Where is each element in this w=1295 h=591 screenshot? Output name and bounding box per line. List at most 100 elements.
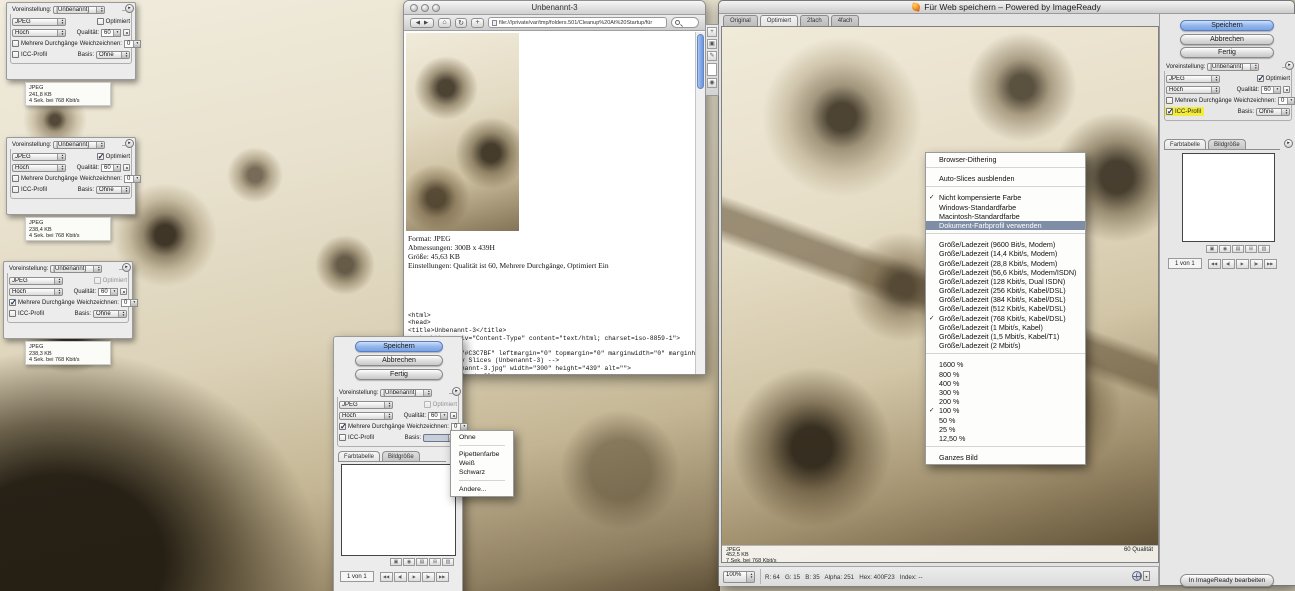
blur-field[interactable]: 0 xyxy=(124,40,141,48)
icc-checkbox[interactable] xyxy=(339,434,346,441)
next-slice-button[interactable]: |▶ xyxy=(1250,259,1263,269)
home-button[interactable]: ⌂ xyxy=(438,18,451,28)
cube-icon[interactable]: ▤ xyxy=(416,558,428,566)
quality-field[interactable]: 60 xyxy=(101,29,121,37)
last-slice-button[interactable]: ▶▶ xyxy=(1264,259,1277,269)
icc-checkbox[interactable] xyxy=(12,51,19,58)
scrollbar-thumb[interactable] xyxy=(697,34,704,89)
panel-menu-icon[interactable]: ▸ xyxy=(452,387,461,396)
quality-channel-icon[interactable] xyxy=(450,412,457,419)
menu-item[interactable]: Größe/Ladezeit (1,5 Mbit/s, Kabel/T1) xyxy=(926,332,1085,341)
color-table[interactable] xyxy=(1182,153,1275,242)
play-slice-button[interactable]: ▶ xyxy=(408,572,421,582)
blur-field[interactable]: 0 xyxy=(121,299,138,307)
matte-select[interactable]: Ohne xyxy=(96,186,130,194)
save-button[interactable]: Speichern xyxy=(1180,20,1274,31)
menu-item[interactable]: Größe/Ladezeit (14,4 Kbit/s, Modem) xyxy=(926,249,1085,258)
menu-item[interactable]: Ohne xyxy=(451,433,513,442)
color-table[interactable] xyxy=(341,464,456,556)
menu-item[interactable]: Größe/Ladezeit (384 Kbit/s, Kabel/DSL) xyxy=(926,295,1085,304)
quality-level-select[interactable]: Hoch xyxy=(339,412,393,420)
panel-tab[interactable]: Farbtabelle xyxy=(338,451,380,461)
save-button[interactable]: Speichern xyxy=(355,341,443,352)
forward-icon[interactable]: ▶ xyxy=(424,20,428,26)
menu-item[interactable]: Pipettenfarbe xyxy=(451,450,513,459)
close-icon[interactable] xyxy=(410,4,418,12)
passes-checkbox[interactable] xyxy=(12,40,19,47)
menu-item[interactable]: 1600 % xyxy=(926,360,1085,369)
menu-item[interactable]: Größe/Ladezeit (2 Mbit/s) xyxy=(926,341,1085,350)
prev-slice-button[interactable]: ◀| xyxy=(394,572,407,582)
zoom-icon[interactable] xyxy=(432,4,440,12)
lock-icon[interactable]: ◉ xyxy=(403,558,415,566)
panel-tab[interactable]: Bildgröße xyxy=(1208,139,1246,149)
preview-tab[interactable]: 4fach xyxy=(831,15,860,26)
menu-item[interactable]: Browser-Dithering xyxy=(926,155,1085,164)
menu-item[interactable]: Auto-Slices ausblenden xyxy=(926,174,1085,183)
prev-slice-button[interactable]: ◀| xyxy=(1222,259,1235,269)
trash-icon[interactable]: ▥ xyxy=(442,558,454,566)
blur-field[interactable]: 0 xyxy=(1278,97,1295,105)
reload-button[interactable]: ↻ xyxy=(455,18,467,28)
edit-in-imageready-button[interactable]: In ImageReady bearbeiten xyxy=(1180,574,1274,587)
icc-checkbox[interactable] xyxy=(12,186,19,193)
last-slice-button[interactable]: ▶▶ xyxy=(436,572,449,582)
panel-menu-icon[interactable]: ▸ xyxy=(125,139,134,148)
menu-item[interactable]: Dokument-Farbprofil verwenden xyxy=(926,221,1085,230)
format-select[interactable]: JPEG xyxy=(12,153,66,161)
browser-globe-icon[interactable] xyxy=(1132,571,1142,581)
format-select[interactable]: JPEG xyxy=(12,18,66,26)
icc-checkbox[interactable] xyxy=(9,310,16,317)
format-select[interactable]: JPEG xyxy=(339,401,393,409)
optimized-checkbox[interactable] xyxy=(97,153,104,160)
back-icon[interactable]: ◀ xyxy=(416,20,420,26)
menu-item[interactable]: Größe/Ladezeit (56,6 Kbit/s, Modem/ISDN) xyxy=(926,268,1085,277)
browser-titlebar[interactable]: Unbenannt-3 xyxy=(404,1,705,15)
new-swatch-icon[interactable]: ⊞ xyxy=(1245,245,1257,253)
optimized-checkbox[interactable] xyxy=(94,277,101,284)
optimized-checkbox[interactable] xyxy=(1257,75,1264,82)
preset-select[interactable]: [Unbenannt] xyxy=(50,265,102,273)
blur-field[interactable]: 0 xyxy=(124,175,141,183)
quality-channel-icon[interactable] xyxy=(120,288,127,295)
done-button[interactable]: Fertig xyxy=(355,369,443,380)
panel-menu-icon[interactable]: ▸ xyxy=(1285,61,1294,70)
preview-tab[interactable]: Original xyxy=(723,15,758,26)
menu-item[interactable]: Schwarz xyxy=(451,468,513,477)
trash-icon[interactable]: ▥ xyxy=(1258,245,1270,253)
optimized-checkbox[interactable] xyxy=(424,401,431,408)
menu-item[interactable]: Größe/Ladezeit (256 Kbit/s, Kabel/DSL) xyxy=(926,286,1085,295)
panel-menu-icon[interactable]: ▸ xyxy=(125,4,134,13)
cancel-button[interactable]: Abbrechen xyxy=(355,355,443,366)
icc-checkbox[interactable] xyxy=(1166,108,1173,115)
quality-level-select[interactable]: Hoch xyxy=(1166,86,1220,94)
menu-item[interactable]: Größe/Ladezeit (128 Kbit/s, Dual ISDN) xyxy=(926,277,1085,286)
matte-select[interactable]: Ohne xyxy=(1256,108,1290,116)
add-bookmark-button[interactable]: + xyxy=(471,18,484,28)
menu-item[interactable]: Macintosh-Standardfarbe xyxy=(926,212,1085,221)
cancel-button[interactable]: Abbrechen xyxy=(1180,34,1274,45)
pencil-tool-icon[interactable]: ✎ xyxy=(707,51,717,61)
quality-field[interactable]: 60 xyxy=(101,164,121,172)
web-snap-icon[interactable]: ▣ xyxy=(390,558,402,566)
address-bar[interactable]: file:///private/var/tmp/folders.501/Clea… xyxy=(488,17,667,28)
menu-item[interactable]: Größe/Ladezeit (28,8 Kbit/s, Modem) xyxy=(926,259,1085,268)
menu-item[interactable]: 300 % xyxy=(926,388,1085,397)
lock-icon[interactable]: ◉ xyxy=(1219,245,1231,253)
passes-checkbox[interactable] xyxy=(9,299,16,306)
matte-select[interactable]: Ohne xyxy=(96,51,130,59)
menu-item[interactable]: Größe/Ladezeit (1 Mbit/s, Kabel) xyxy=(926,323,1085,332)
scrollbar[interactable] xyxy=(695,32,705,374)
menu-item[interactable]: 50 % xyxy=(926,416,1085,425)
panel-tab[interactable]: Farbtabelle xyxy=(1164,139,1206,149)
panel-menu-icon[interactable]: ▸ xyxy=(1284,139,1293,148)
quality-channel-icon[interactable] xyxy=(123,29,130,36)
panel-menu-icon[interactable]: ▸ xyxy=(122,263,131,272)
menu-item[interactable]: 12,50 % xyxy=(926,434,1085,443)
menu-item[interactable]: Windows-Standardfarbe xyxy=(926,203,1085,212)
first-slice-button[interactable]: ◀◀ xyxy=(380,572,393,582)
done-button[interactable]: Fertig xyxy=(1180,47,1274,58)
eyedropper-tool-icon[interactable]: ◉ xyxy=(707,78,717,88)
menu-item[interactable]: Weiß xyxy=(451,459,513,468)
preset-select[interactable]: [Unbenannt] xyxy=(1207,63,1259,71)
